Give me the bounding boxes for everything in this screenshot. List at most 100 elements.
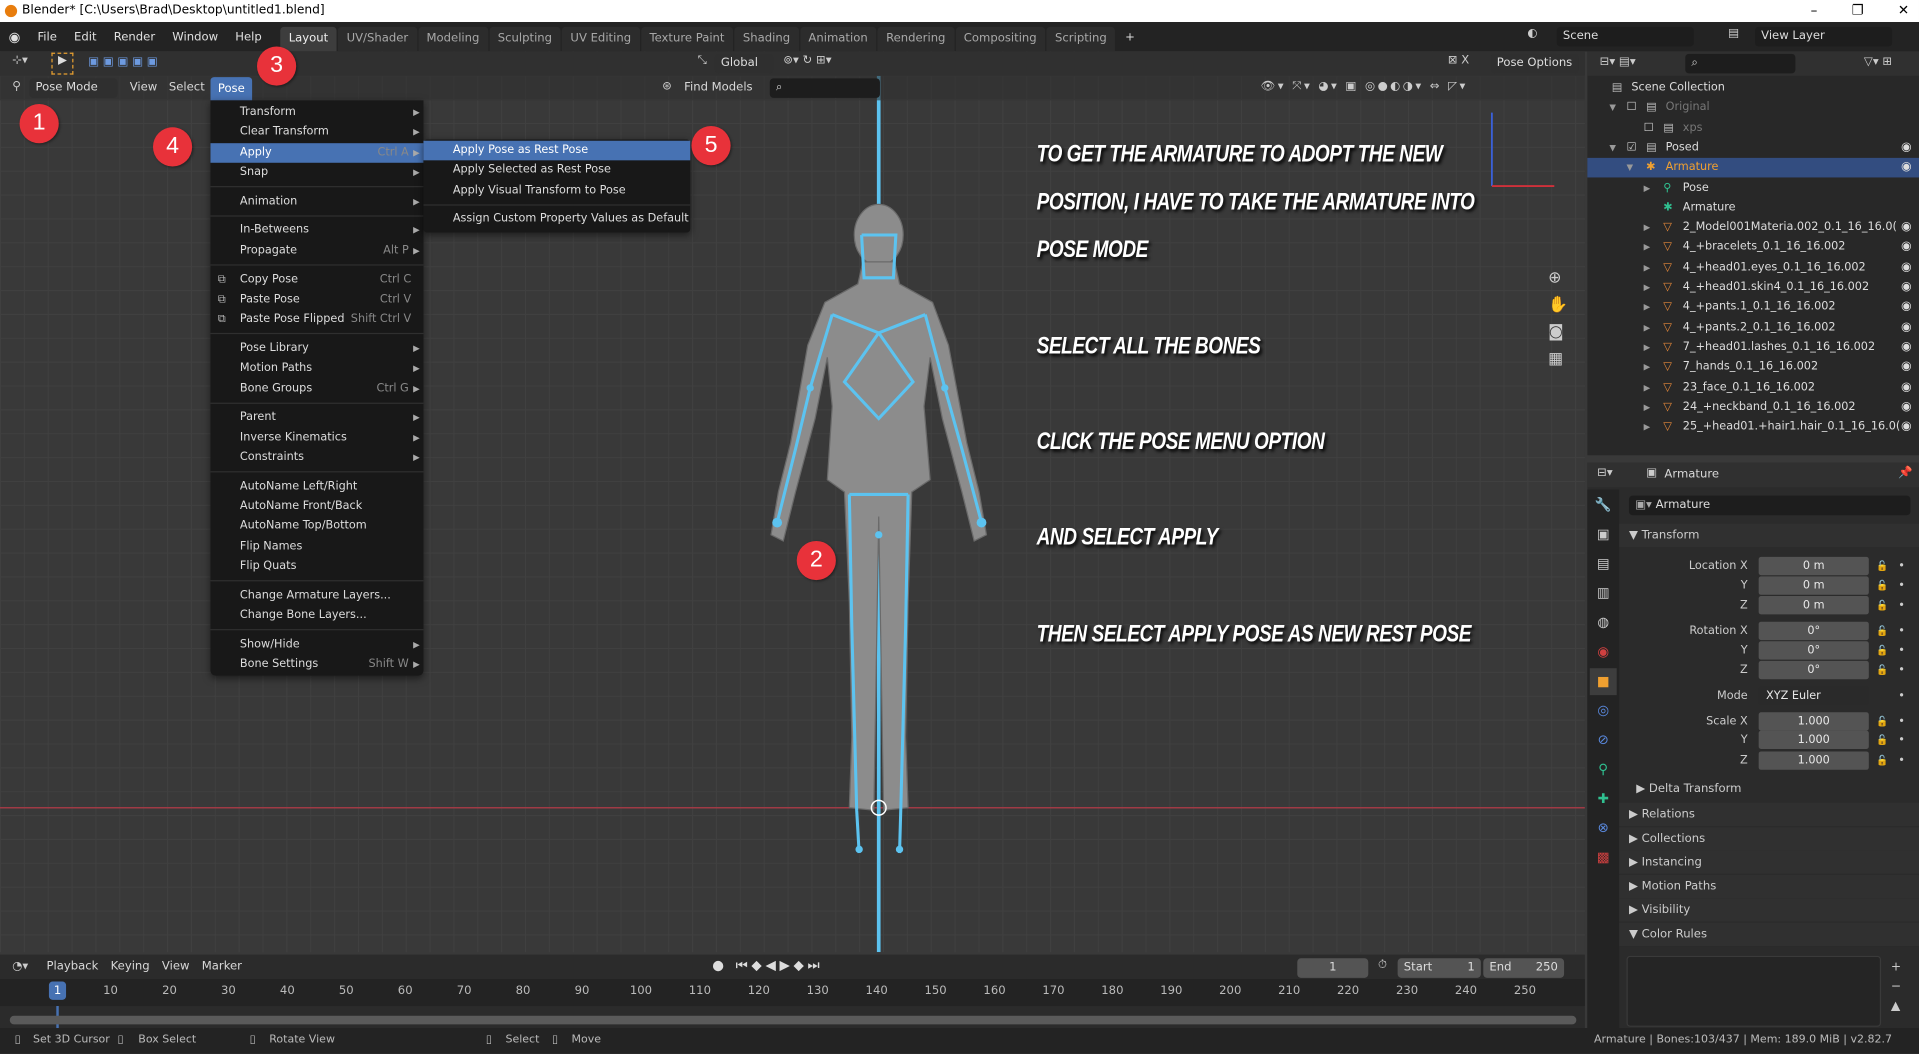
tab-bone-constraint-icon[interactable]: ⊗ <box>1590 815 1617 842</box>
outliner-item[interactable]: ▶ ▽ 7_hands_0.1_16_16.002 ◉ <box>1587 358 1919 378</box>
pin-icon[interactable]: 📌 <box>1898 466 1912 479</box>
minimize-button[interactable]: – <box>1811 0 1818 22</box>
overlay-x-icon[interactable]: ⊠ X <box>1448 54 1469 67</box>
object-name-field[interactable]: ▣▾ Armature <box>1628 495 1911 516</box>
menu-item-bone-groups[interactable]: Bone Groups Ctrl G ▶ <box>211 379 424 399</box>
timeline-scrollbar[interactable] <box>9 1015 1577 1025</box>
menu-item-autoname-top-bottom[interactable]: AutoName Top/Bottom <box>211 517 424 537</box>
tab-shading[interactable]: Shading <box>734 26 799 52</box>
visibility-eye-icon[interactable]: ◉ <box>1901 138 1912 158</box>
tab-modeling[interactable]: Modeling <box>417 26 488 52</box>
property-value-field[interactable]: 1.000 <box>1758 751 1869 770</box>
tab-animation[interactable]: Animation <box>799 26 877 52</box>
visibility-eye-icon[interactable]: ◉ <box>1901 218 1912 238</box>
menu-item-paste-pose-flipped[interactable]: ⧉ Paste Pose Flipped Shift Ctrl V <box>211 310 424 330</box>
property-value-field[interactable]: 0 m <box>1758 596 1869 615</box>
menu-item-parent[interactable]: Parent ▶ <box>211 408 424 428</box>
section-relations[interactable]: ▶ Relations <box>1619 802 1919 827</box>
menu-item-apply[interactable]: Apply Ctrl A ▶ <box>210 142 424 163</box>
expand-toggle-icon[interactable]: ▶ <box>1644 178 1651 198</box>
expand-toggle-icon[interactable]: ▶ <box>1644 278 1651 298</box>
section-visibility[interactable]: ▶ Visibility <box>1619 898 1919 923</box>
keyframe-dot-icon[interactable]: • <box>1898 576 1905 594</box>
visibility-eye-icon[interactable]: ◉ <box>1901 398 1912 418</box>
menu-item-bone-settings[interactable]: Bone Settings Shift W ▶ <box>211 655 424 675</box>
expand-toggle-icon[interactable]: ▶ <box>1644 398 1651 418</box>
select-tool-icon[interactable]: ▶ <box>51 52 74 75</box>
keyframe-dot-icon[interactable]: • <box>1898 751 1905 769</box>
outliner-item[interactable]: ▶ ▽ 7_+head01.lashes_0.1_16_16.002 ◉ <box>1587 338 1919 358</box>
tab-layout[interactable]: Layout <box>280 26 337 52</box>
property-value-field[interactable]: 1.000 <box>1758 712 1869 731</box>
menu-item-clear-transform[interactable]: Clear Transform ▶ <box>211 123 424 143</box>
outliner-item[interactable]: ▶ ▽ 4_+bracelets_0.1_16_16.002 ◉ <box>1587 238 1919 258</box>
menu-item-copy-pose[interactable]: ⧉ Copy Pose Ctrl C <box>211 270 424 290</box>
tab-rendering[interactable]: Rendering <box>877 26 955 52</box>
current-frame-field[interactable]: 1 <box>1297 958 1369 978</box>
keyframe-dot-icon[interactable]: • <box>1898 641 1905 659</box>
add-workspace-button[interactable]: + <box>1117 30 1144 43</box>
expand-toggle-icon[interactable]: ▼ <box>1609 98 1616 118</box>
menu-item-apply-selected-as-rest-pose[interactable]: Apply Selected as Rest Pose <box>423 161 690 181</box>
property-value-field[interactable]: 0 m <box>1758 576 1869 595</box>
outliner-item[interactable]: ▶ ⚲ Pose <box>1587 178 1919 198</box>
menu-file[interactable]: File <box>29 30 66 43</box>
section-collections[interactable]: ▶ Collections <box>1619 826 1919 851</box>
property-value-field[interactable]: 0° <box>1758 660 1869 680</box>
expand-toggle-icon[interactable]: ▶ <box>1644 238 1651 258</box>
menu-item-change-bone-layers[interactable]: Change Bone Layers... <box>211 606 424 626</box>
expand-toggle-icon[interactable]: ▼ <box>1626 158 1633 178</box>
tab-render-icon[interactable]: ▣ <box>1590 521 1617 548</box>
maximize-button[interactable]: ❐ <box>1852 0 1864 22</box>
display-mode-icon[interactable]: ⊟▾ ▤▾ <box>1600 55 1636 68</box>
frame-ruler[interactable]: 1 10 20 30 40 50 60 70 80 90 100 110 120 130 140 150 160… <box>0 979 1585 1031</box>
menu-item-apply-pose-as-rest-pose[interactable]: Apply Pose as Rest Pose <box>423 140 691 161</box>
menu-item-inverse-kinematics[interactable]: Inverse Kinematics ▶ <box>211 428 424 448</box>
transform-section[interactable]: ▼ Transform <box>1619 523 1919 548</box>
select-menu[interactable]: Select <box>169 81 205 94</box>
tab-texture-paint[interactable]: Texture Paint <box>640 26 734 52</box>
pose-options-dropdown[interactable]: Pose Options <box>1490 53 1579 74</box>
outliner-item[interactable]: ▶ ▽ 23_face_0.1_16_16.002 ◉ <box>1587 378 1919 398</box>
menu-item-autoname-front-back[interactable]: AutoName Front/Back <box>211 497 424 517</box>
keyframe-dot-icon[interactable]: • <box>1898 557 1905 575</box>
expand-toggle-icon[interactable]: ▶ <box>1644 318 1651 338</box>
menu-item-paste-pose[interactable]: ⧉ Paste Pose Ctrl V <box>211 290 424 310</box>
outliner-item[interactable]: ✱ Armature <box>1587 198 1919 218</box>
lock-icon[interactable]: 🔓 <box>1876 751 1888 769</box>
menu-item-motion-paths[interactable]: Motion Paths ▶ <box>211 359 424 379</box>
keyframe-dot-icon[interactable]: • <box>1898 712 1905 730</box>
lock-icon[interactable]: 🔓 <box>1876 576 1888 594</box>
outliner-item[interactable]: ▶ ▽ 4_+pants.2_0.1_16_16.002 ◉ <box>1587 318 1919 338</box>
pose-menu[interactable]: Pose <box>210 77 253 101</box>
outliner-search[interactable]: ⌕ <box>1685 53 1796 74</box>
lock-icon[interactable]: 🔓 <box>1876 622 1888 640</box>
filter-icon[interactable]: ▽▾ ⊞ <box>1864 55 1892 68</box>
editor-type-icon[interactable]: ⊹▾ <box>12 54 28 67</box>
visibility-eye-icon[interactable]: ◉ <box>1901 318 1912 338</box>
shading-icons[interactable]: 👁▾ ⤧▾ ◕▾ ▣ ◎●◐◑▾ ⇔ ◸▾ <box>1261 80 1468 93</box>
tab-bone-icon[interactable]: ✚ <box>1590 786 1617 813</box>
menu-render[interactable]: Render <box>105 30 164 43</box>
delta-transform-section[interactable]: ▶ Delta Transform <box>1636 782 1741 795</box>
view-menu[interactable]: View <box>130 81 158 94</box>
menu-item-snap[interactable]: Snap ▶ <box>211 163 424 183</box>
stopwatch-icon[interactable]: ⏱ <box>1378 958 1387 971</box>
visibility-eye-icon[interactable]: ◉ <box>1901 378 1912 398</box>
end-frame-field[interactable]: End 250 <box>1483 958 1565 978</box>
lock-icon[interactable]: 🔓 <box>1876 731 1888 749</box>
keyframe-dot-icon[interactable]: • <box>1898 687 1905 705</box>
menu-item-flip-quats[interactable]: Flip Quats <box>211 557 424 577</box>
editor-type-icon[interactable]: ⊟▾ <box>1597 466 1613 479</box>
tab-scripting[interactable]: Scripting <box>1046 26 1116 52</box>
tab-uv-editing[interactable]: UV Editing <box>561 26 640 52</box>
close-button[interactable]: ✕ <box>1898 0 1909 22</box>
menu-item-pose-library[interactable]: Pose Library ▶ <box>211 339 424 359</box>
menu-window[interactable]: Window <box>164 30 227 43</box>
menu-item-apply-visual-transform-to-pose[interactable]: Apply Visual Transform to Pose <box>423 181 690 201</box>
exclude-checkbox[interactable]: ☐ <box>1626 98 1636 118</box>
visibility-eye-icon[interactable]: ◉ <box>1901 158 1912 178</box>
tab-sculpting[interactable]: Sculpting <box>489 26 561 52</box>
expand-toggle-icon[interactable]: ▶ <box>1644 378 1651 398</box>
menu-help[interactable]: Help <box>227 30 271 43</box>
